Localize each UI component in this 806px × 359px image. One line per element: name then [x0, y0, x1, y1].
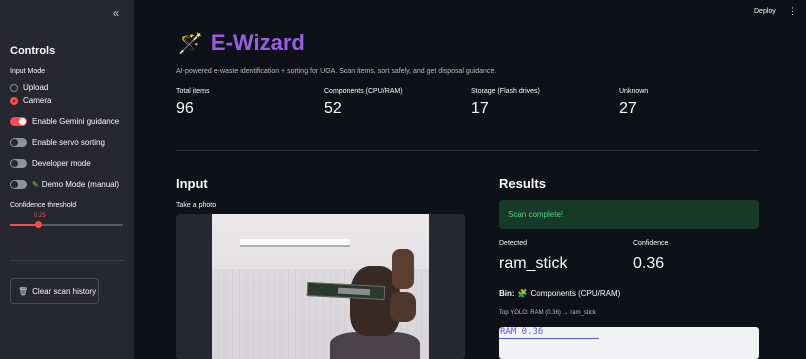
slider-thumb[interactable] — [35, 221, 43, 228]
toggle-label: Enable servo sorting — [32, 138, 105, 147]
radio-label: Camera — [23, 96, 52, 105]
toggle-servo-sorting[interactable]: Enable servo sorting — [10, 138, 105, 147]
sidebar-divider — [10, 260, 124, 261]
confidence-threshold-label: Confidence threshold — [10, 202, 77, 209]
scan-status-alert: Scan complete! — [499, 200, 759, 229]
metric-value: 52 — [324, 100, 342, 117]
toggle-switch[interactable] — [10, 138, 27, 147]
metric-label: Components (CPU/RAM) — [324, 88, 403, 95]
metric-label: Unknown — [619, 88, 649, 95]
page-header: 🪄 E-Wizard — [178, 30, 305, 56]
toggle-switch[interactable] — [10, 180, 27, 189]
puzzle-icon: 🧩 — [517, 289, 528, 298]
toggle-developer-mode[interactable]: Developer mode — [10, 159, 91, 168]
metric-label: Total items — [176, 88, 210, 95]
metric-value: 96 — [176, 100, 194, 117]
annotated-image: RAM 0.36 — [499, 327, 759, 359]
toggle-gemini-guidance[interactable]: Enable Gemini guidance — [10, 117, 119, 126]
ceiling-light — [240, 239, 350, 247]
toggle-label: Demo Mode (manual) — [41, 180, 120, 189]
radio-circle-icon[interactable] — [10, 83, 18, 92]
detected-label: Detected — [499, 240, 528, 247]
metric-value: 27 — [619, 100, 637, 117]
bin-value: Components (CPU/RAM) — [530, 289, 621, 298]
sidebar-title: Controls — [10, 45, 56, 57]
detected-value: ram_stick — [499, 255, 568, 272]
collapse-sidebar-icon[interactable]: « — [108, 6, 124, 20]
metric-unknown: Unknown 27 — [619, 88, 648, 118]
page-title: E-Wizard — [210, 30, 305, 55]
camera-input[interactable] — [176, 214, 465, 359]
trash-icon: 🗑 — [18, 286, 29, 296]
toggle-label: Enable Gemini guidance — [32, 117, 120, 126]
main-menu-icon[interactable]: ⋮ — [788, 6, 797, 17]
results-heading: Results — [499, 176, 546, 191]
annotation-tag: RAM 0.36 — [500, 327, 544, 337]
annotation-box-edge — [499, 338, 599, 339]
camera-label: Take a photo — [176, 202, 217, 209]
pencil-icon: ✎ — [32, 180, 39, 189]
input-mode-label: Input Mode — [10, 68, 46, 75]
radio-upload[interactable]: Upload — [10, 83, 48, 92]
deploy-button[interactable]: Deploy — [754, 8, 776, 15]
metric-value: 17 — [471, 100, 489, 117]
scan-status-text: Scan complete! — [508, 210, 564, 219]
input-heading: Input — [176, 176, 208, 191]
radio-camera[interactable]: Camera — [10, 96, 51, 105]
sidebar: « Controls Input Mode Upload Camera Enab… — [0, 0, 134, 359]
toggle-switch[interactable] — [10, 159, 27, 168]
person-body — [330, 332, 420, 359]
wand-icon: 🪄 — [178, 32, 203, 55]
confidence-value: 0.36 — [633, 255, 665, 272]
metric-components: Components (CPU/RAM) 52 — [324, 88, 403, 118]
metric-label: Storage (Flash drives) — [471, 88, 540, 95]
radio-label: Upload — [23, 83, 49, 92]
radio-circle-icon[interactable] — [10, 96, 18, 105]
camera-preview — [212, 214, 429, 359]
toggle-switch[interactable] — [10, 117, 27, 126]
yolo-summary: Top YOLO: RAM (0.36) → ram_stick — [499, 310, 596, 316]
metric-storage: Storage (Flash drives) 17 — [471, 88, 540, 118]
bin-line: Bin: 🧩 Components (CPU/RAM) — [499, 289, 620, 298]
clear-scan-history-button[interactable]: 🗑 Clear scan history — [10, 278, 99, 304]
toggle-demo-mode[interactable]: ✎ Demo Mode (manual) — [10, 180, 119, 189]
metric-total-items: Total items 96 — [176, 88, 209, 118]
bin-prefix: Bin: — [499, 289, 515, 298]
slider-fill — [10, 224, 39, 226]
clear-button-label: Clear scan history — [32, 286, 97, 296]
confidence-label: Confidence — [633, 240, 669, 247]
confidence-slider[interactable] — [10, 221, 123, 228]
confidence-slider-value: 0.25 — [34, 213, 46, 219]
page-subtitle: AI-powered e-waste identification + sort… — [176, 68, 497, 75]
hand — [390, 292, 416, 322]
hand — [392, 249, 414, 289]
section-divider — [176, 150, 759, 151]
toggle-label: Developer mode — [32, 159, 91, 168]
